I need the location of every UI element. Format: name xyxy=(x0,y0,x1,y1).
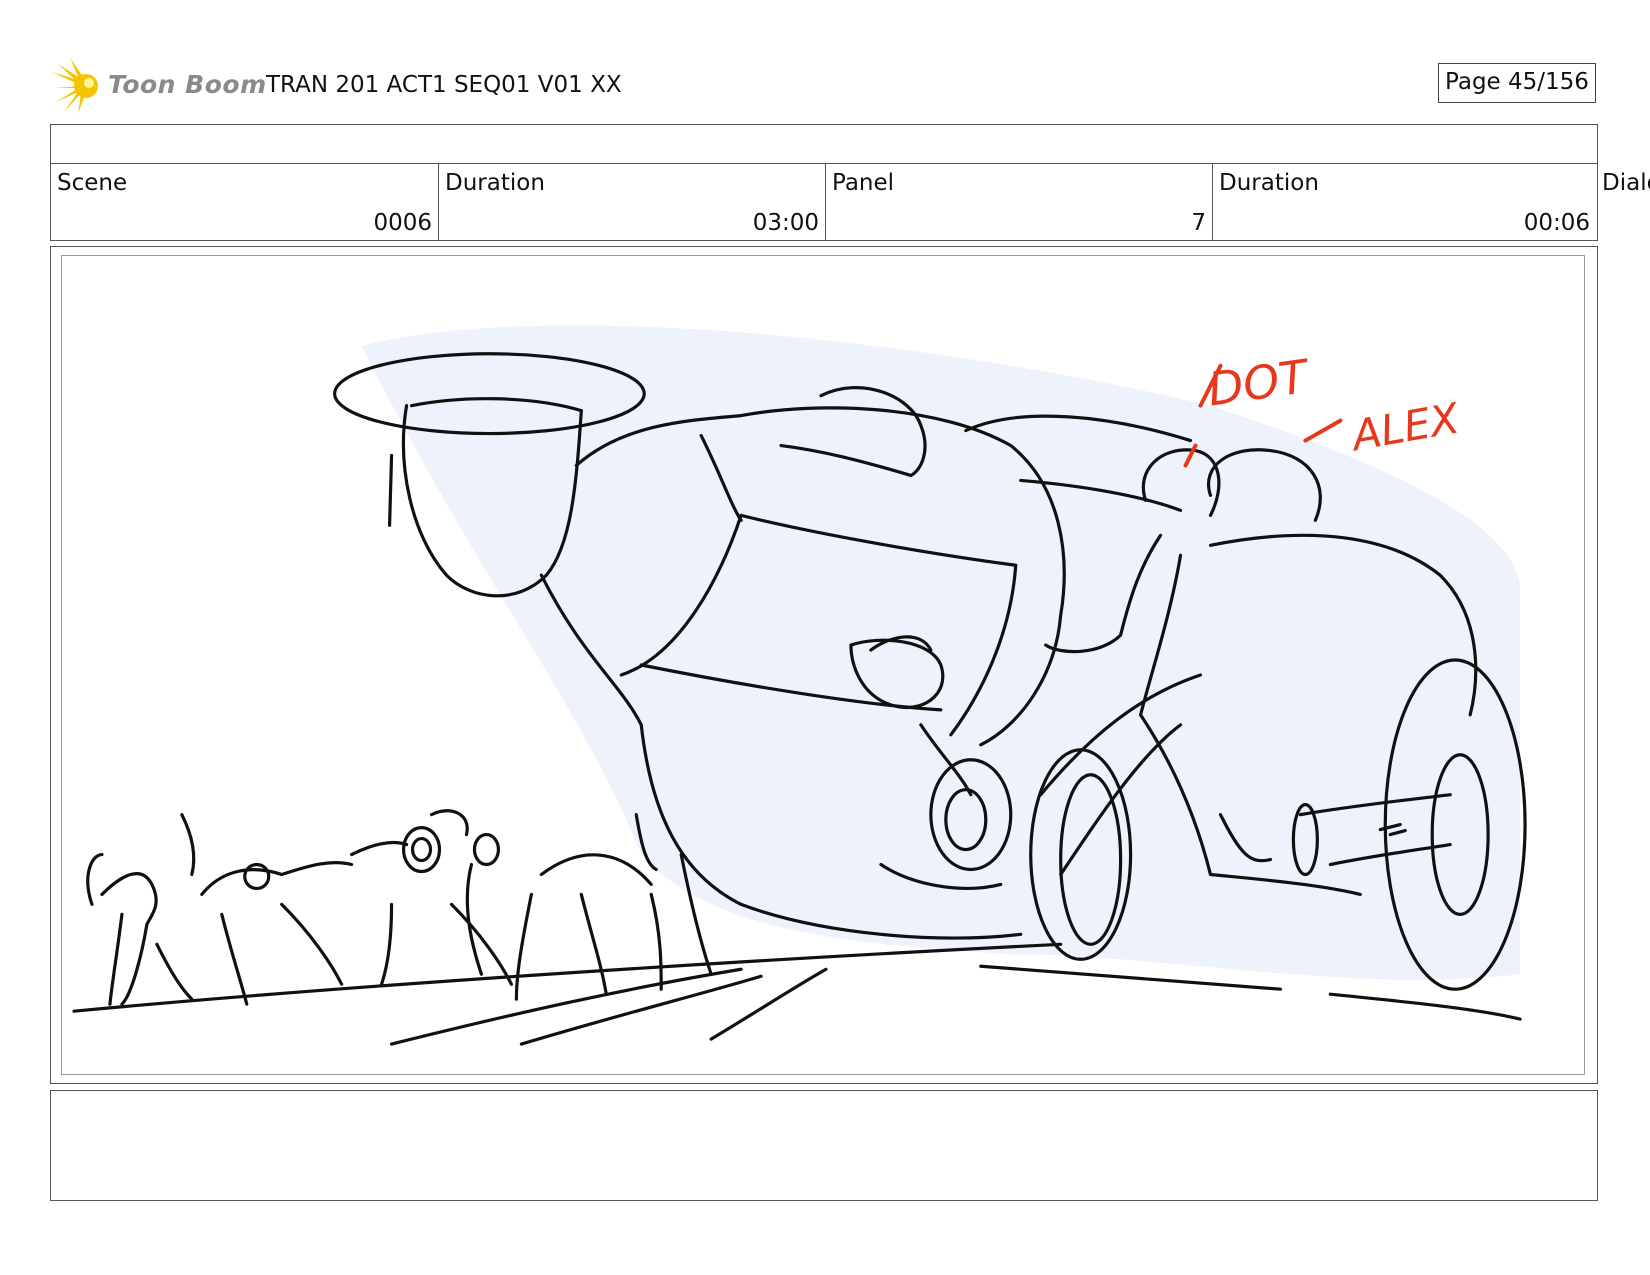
annotation-dot: DOT xyxy=(1205,349,1315,417)
dialog-label: Dialo xyxy=(1602,170,1650,196)
scene-cell: Scene 0006 xyxy=(51,164,439,240)
scene-duration-value: 03:00 xyxy=(752,210,819,236)
panel-drawing-area: DOT ALEX xyxy=(61,255,1585,1075)
panel-cell: Panel 7 xyxy=(826,164,1213,240)
page-number: Page 45/156 xyxy=(1438,63,1596,103)
scene-info-row: Scene 0006 Duration 03:00 Panel 7 Durati… xyxy=(50,163,1598,241)
storyboard-panel: DOT ALEX xyxy=(50,246,1598,1084)
blank-header-row xyxy=(50,124,1598,164)
panel-duration-value: 00:06 xyxy=(1523,210,1590,236)
document-title: TRAN 201 ACT1 SEQ01 V01 XX xyxy=(266,72,622,98)
panel-duration-cell: Duration 00:06 xyxy=(1213,164,1596,240)
panel-value: 7 xyxy=(1191,210,1206,236)
panel-label: Panel xyxy=(832,170,895,196)
logo-wordmark: Toon Boom xyxy=(108,70,267,99)
annotation-alex: ALEX xyxy=(1346,393,1464,461)
scene-duration-cell: Duration 03:00 xyxy=(439,164,826,240)
scene-duration-label: Duration xyxy=(445,170,545,196)
scene-label: Scene xyxy=(57,170,128,196)
sun-burst-icon xyxy=(52,58,98,114)
panel-duration-label: Duration xyxy=(1219,170,1319,196)
sketch-drawing: DOT ALEX xyxy=(72,325,1527,1046)
notes-box xyxy=(50,1090,1598,1201)
scene-value: 0006 xyxy=(373,210,432,236)
